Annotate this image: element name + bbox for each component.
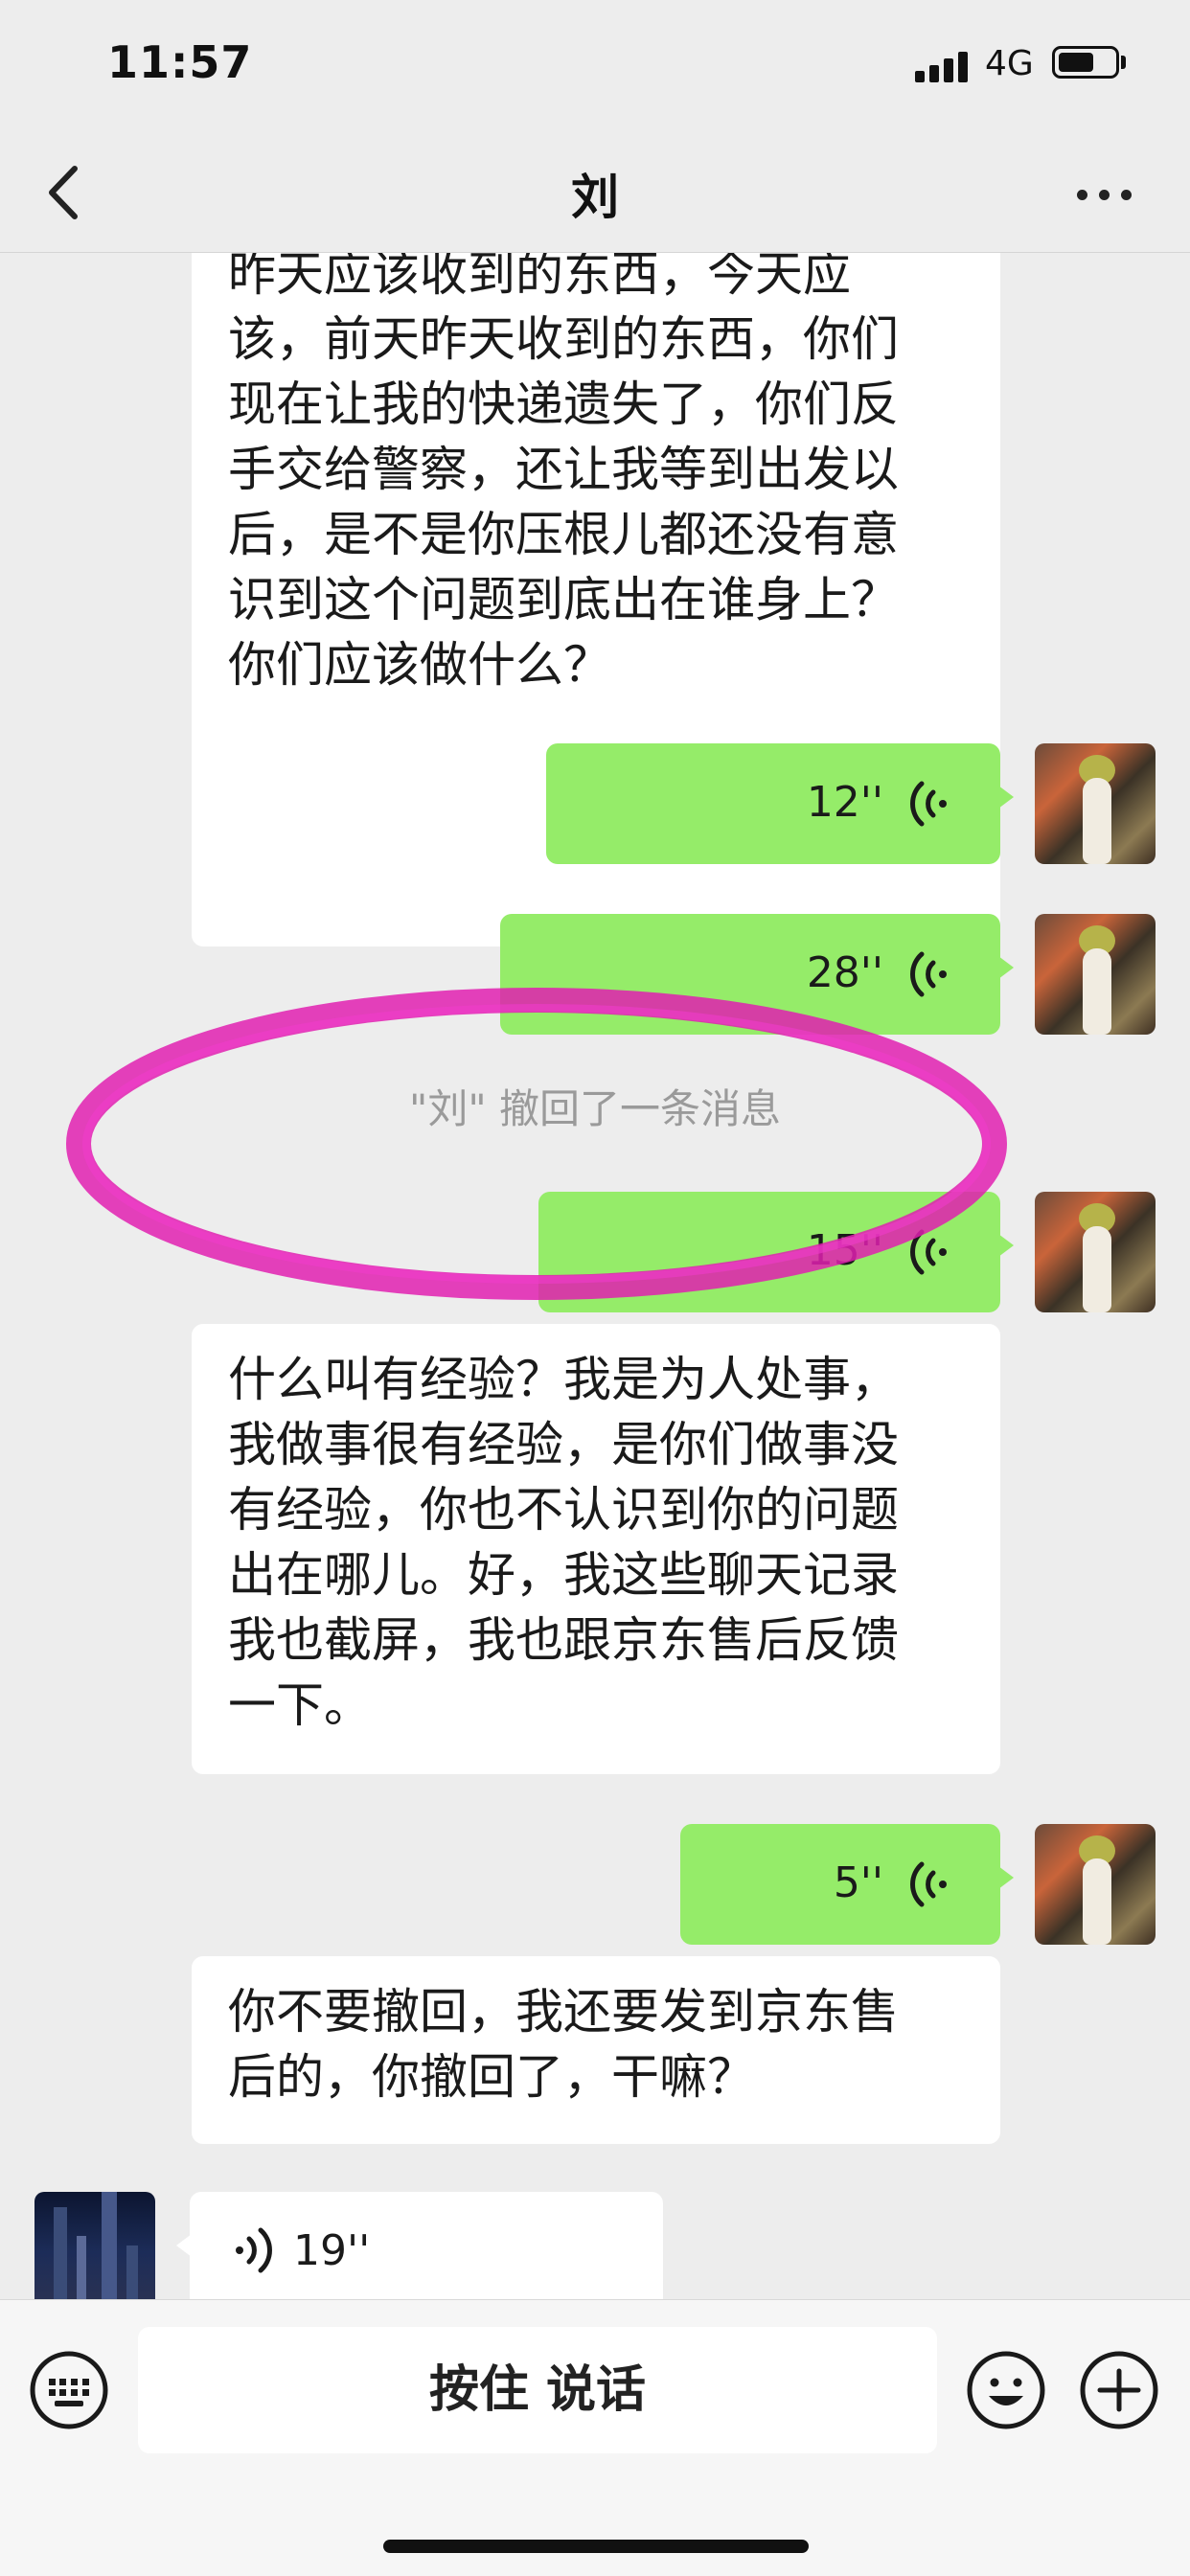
chat-header: 刘 [0, 134, 1190, 253]
home-indicator[interactable] [383, 2540, 809, 2553]
voice-duration: 15'' [806, 1226, 883, 1275]
contact-avatar[interactable] [34, 2192, 155, 2299]
message-line: 后，是不是你压根儿都还没有意 [228, 507, 899, 562]
message-line: 手交给警察，还让我等到出发以 [228, 442, 899, 497]
voice-duration: 19'' [293, 2226, 371, 2275]
incoming-text-message[interactable]: 你不要撤回，我还要发到京东售 后的，你撤回了，干嘛？ [192, 1956, 1000, 2144]
voice-wave-icon [910, 1229, 947, 1275]
message-line: 你不要撤回，我还要发到京东售 [228, 1984, 899, 2040]
emoji-icon[interactable] [966, 2350, 1046, 2430]
voice-wave-icon [910, 781, 947, 827]
message-line: 现在让我的快递遗失了，你们反 [228, 376, 899, 432]
more-icon[interactable] [1071, 174, 1138, 213]
message-line: 什么叫有经验？我是为人处事， [228, 1352, 899, 1407]
battery-cap [1121, 56, 1126, 69]
voice-wave-icon [910, 1861, 947, 1907]
message-line: 我也截屏，我也跟京东售后反馈 [228, 1612, 899, 1668]
signal-icon [915, 50, 971, 82]
incoming-voice-message[interactable]: 19'' [176, 2192, 663, 2299]
outgoing-voice-message[interactable]: 5'' [680, 1824, 1014, 1945]
message-line: 后的，你撤回了，干嘛？ [228, 2049, 755, 2105]
incoming-text-message[interactable]: 什么叫有经验？我是为人处事， 我做事很有经验，是你们做事没 有经验，你也不认识到… [192, 1324, 1000, 1774]
battery-icon [1052, 46, 1119, 79]
keyboard-icon[interactable] [29, 2350, 109, 2430]
my-avatar[interactable] [1035, 1192, 1156, 1312]
voice-duration: 28'' [806, 948, 883, 997]
voice-duration: 5'' [833, 1858, 883, 1907]
outgoing-voice-message[interactable]: 28'' [500, 914, 1014, 1035]
plus-icon[interactable] [1079, 2350, 1159, 2430]
outgoing-voice-message[interactable]: 15'' [538, 1192, 1014, 1312]
my-avatar[interactable] [1035, 743, 1156, 864]
message-line: 有经验，你也不认识到你的问题 [228, 1482, 899, 1538]
status-time: 11:57 [107, 36, 253, 88]
message-line: 该，前天昨天收到的东西，你们 [228, 311, 899, 367]
status-bar: 11:57 4G [0, 0, 1190, 134]
voice-wave-icon [236, 2227, 272, 2273]
message-line: 你们应该做什么？ [228, 637, 611, 693]
hold-to-talk-button[interactable]: 按住 说话 [138, 2327, 937, 2453]
message-line: 昨天应该收到的东西，今天应 [228, 253, 851, 302]
network-label: 4G [985, 44, 1034, 83]
message-line: 一下。 [228, 1677, 372, 1733]
outgoing-voice-message[interactable]: 12'' [546, 743, 1014, 864]
message-line: 出在哪儿。好，我这些聊天记录 [228, 1547, 899, 1603]
voice-wave-icon [910, 951, 947, 997]
my-avatar[interactable] [1035, 1824, 1156, 1945]
chat-title: 刘 [571, 170, 619, 225]
my-avatar[interactable] [1035, 914, 1156, 1035]
message-line: 我做事很有经验，是你们做事没 [228, 1417, 899, 1472]
chat-messages[interactable]: 昨天应该收到的东西，今天应 该，前天昨天收到的东西，你们 现在让我的快递遗失了，… [0, 253, 1190, 2299]
input-bar: 按住 说话 [0, 2299, 1190, 2576]
voice-duration: 12'' [806, 778, 883, 827]
recall-notice: "刘" 撤回了一条消息 [409, 1085, 781, 1132]
message-line: 识到这个问题到底出在谁身上？ [228, 572, 899, 627]
